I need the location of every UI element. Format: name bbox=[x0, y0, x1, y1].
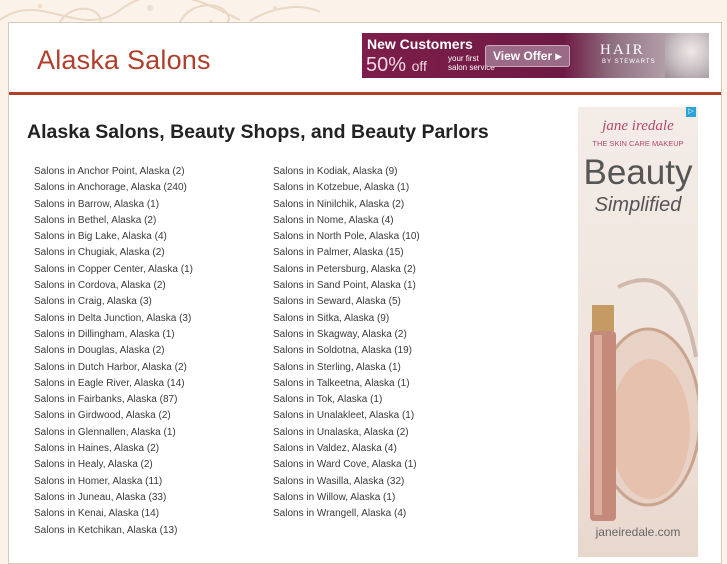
city-list-column-1: Salons in Anchor Point, Alaska (2) Salons… bbox=[34, 164, 193, 539]
site-title[interactable]: Alaska Salons bbox=[37, 45, 211, 76]
banner-brand-logo: HAIR bbox=[600, 42, 645, 58]
city-link[interactable]: Salons in Juneau, Alaska (33) bbox=[34, 490, 193, 506]
city-link[interactable]: Salons in Ketchikan, Alaska (13) bbox=[34, 523, 193, 539]
header-divider bbox=[9, 92, 721, 95]
city-link[interactable]: Salons in Unalaska, Alaska (2) bbox=[273, 425, 420, 441]
banner-discount-suffix: off bbox=[411, 58, 427, 74]
city-link[interactable]: Salons in Chugiak, Alaska (2) bbox=[34, 245, 193, 261]
city-link[interactable]: Salons in Tok, Alaska (1) bbox=[273, 392, 420, 408]
city-link[interactable]: Salons in Bethel, Alaska (2) bbox=[34, 213, 193, 229]
side-ad-headline-2: Simplified bbox=[594, 194, 682, 216]
site-header: Alaska Salons New Customers 50% off your… bbox=[9, 23, 721, 91]
city-link[interactable]: Salons in Skagway, Alaska (2) bbox=[273, 327, 420, 343]
side-ad-brand: jane iredale bbox=[602, 118, 674, 134]
city-link[interactable]: Salons in Copper Center, Alaska (1) bbox=[34, 262, 193, 278]
city-link[interactable]: Salons in Healy, Alaska (2) bbox=[34, 457, 193, 473]
city-link[interactable]: Salons in Ninilchik, Alaska (2) bbox=[273, 197, 420, 213]
city-link[interactable]: Salons in Kotzebue, Alaska (1) bbox=[273, 180, 420, 196]
side-ad-tagline: THE SKIN CARE MAKEUP bbox=[592, 139, 684, 148]
city-link[interactable]: Salons in Sand Point, Alaska (1) bbox=[273, 278, 420, 294]
side-ad-url[interactable]: janeiredale.com bbox=[578, 525, 698, 539]
page-container: Alaska Salons New Customers 50% off your… bbox=[8, 22, 722, 564]
city-link[interactable]: Salons in Big Lake, Alaska (4) bbox=[34, 229, 193, 245]
banner-brand-sub: BY STEWARTS bbox=[602, 59, 656, 65]
city-link[interactable]: Salons in Nome, Alaska (4) bbox=[273, 213, 420, 229]
city-link[interactable]: Salons in Talkeetna, Alaska (1) bbox=[273, 376, 420, 392]
city-link[interactable]: Salons in Delta Junction, Alaska (3) bbox=[34, 311, 193, 327]
ad-choices-icon[interactable]: ▷ bbox=[686, 107, 696, 117]
city-link[interactable]: Salons in Palmer, Alaska (15) bbox=[273, 245, 420, 261]
city-link[interactable]: Salons in Kodiak, Alaska (9) bbox=[273, 164, 420, 180]
city-link[interactable]: Salons in Barrow, Alaska (1) bbox=[34, 197, 193, 213]
city-link[interactable]: Salons in Anchor Point, Alaska (2) bbox=[34, 164, 193, 180]
city-link[interactable]: Salons in Sitka, Alaska (9) bbox=[273, 311, 420, 327]
city-link[interactable]: Salons in North Pole, Alaska (10) bbox=[273, 229, 420, 245]
city-link[interactable]: Salons in Haines, Alaska (2) bbox=[34, 441, 193, 457]
city-link[interactable]: Salons in Unalakleet, Alaska (1) bbox=[273, 408, 420, 424]
city-link[interactable]: Salons in Ward Cove, Alaska (1) bbox=[273, 457, 420, 473]
city-link[interactable]: Salons in Homer, Alaska (11) bbox=[34, 474, 193, 490]
city-list-column-2: Salons in Kodiak, Alaska (9) Salons in Ko… bbox=[273, 164, 420, 523]
city-link[interactable]: Salons in Wasilla, Alaska (32) bbox=[273, 474, 420, 490]
city-link[interactable]: Salons in Douglas, Alaska (2) bbox=[34, 343, 193, 359]
banner-headline: New Customers bbox=[367, 36, 473, 52]
city-link[interactable]: Salons in Glennallen, Alaska (1) bbox=[34, 425, 193, 441]
side-ad[interactable]: ▷ jane iredale THE SKIN CARE MAKEUP Beau… bbox=[578, 107, 698, 557]
city-link[interactable]: Salons in Cordova, Alaska (2) bbox=[34, 278, 193, 294]
banner-ad[interactable]: New Customers 50% off your first salon s… bbox=[362, 33, 709, 78]
city-link[interactable]: Salons in Petersburg, Alaska (2) bbox=[273, 262, 420, 278]
city-link[interactable]: Salons in Kenai, Alaska (14) bbox=[34, 506, 193, 522]
city-link[interactable]: Salons in Dutch Harbor, Alaska (2) bbox=[34, 360, 193, 376]
city-link[interactable]: Salons in Anchorage, Alaska (240) bbox=[34, 180, 193, 196]
banner-discount: 50% off bbox=[366, 54, 427, 77]
city-link[interactable]: Salons in Valdez, Alaska (4) bbox=[273, 441, 420, 457]
city-link[interactable]: Salons in Willow, Alaska (1) bbox=[273, 490, 420, 506]
city-link[interactable]: Salons in Wrangell, Alaska (4) bbox=[273, 506, 420, 522]
city-link[interactable]: Salons in Sterling, Alaska (1) bbox=[273, 360, 420, 376]
view-offer-button[interactable]: View Offer ▸ bbox=[485, 45, 570, 67]
banner-model-image bbox=[665, 33, 709, 78]
city-link[interactable]: Salons in Craig, Alaska (3) bbox=[34, 294, 193, 310]
city-link[interactable]: Salons in Dillingham, Alaska (1) bbox=[34, 327, 193, 343]
city-link[interactable]: Salons in Soldotna, Alaska (19) bbox=[273, 343, 420, 359]
city-link[interactable]: Salons in Fairbanks, Alaska (87) bbox=[34, 392, 193, 408]
city-link[interactable]: Salons in Girdwood, Alaska (2) bbox=[34, 408, 193, 424]
side-ad-headline-1: Beauty bbox=[583, 153, 693, 192]
city-link[interactable]: Salons in Seward, Alaska (5) bbox=[273, 294, 420, 310]
page-heading: Alaska Salons, Beauty Shops, and Beauty … bbox=[27, 121, 489, 143]
banner-discount-value: 50% bbox=[366, 54, 407, 76]
city-link[interactable]: Salons in Eagle River, Alaska (14) bbox=[34, 376, 193, 392]
